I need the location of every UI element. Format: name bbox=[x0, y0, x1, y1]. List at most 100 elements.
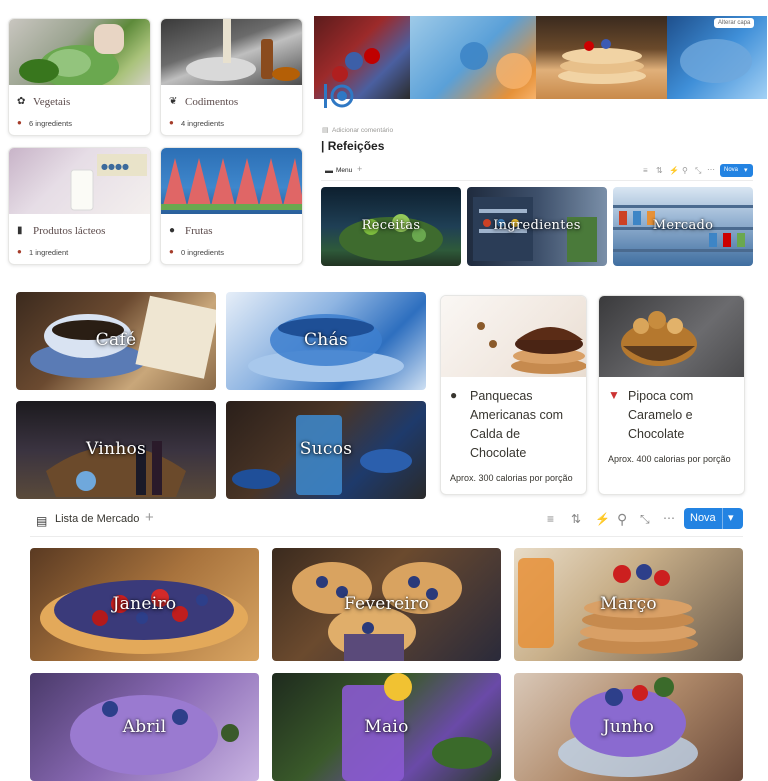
category-title: Vegetais bbox=[33, 96, 71, 108]
filter-icon[interactable]: ≡ bbox=[643, 166, 648, 175]
change-cover-button[interactable]: Alterar capa bbox=[714, 18, 755, 28]
recipe-calories: Aprox. 400 calorias por porção bbox=[608, 454, 731, 464]
month-card-title: Janeiro bbox=[112, 594, 177, 614]
milk-illustration: ●●●● bbox=[70, 154, 147, 211]
tab-menu[interactable]: Menu bbox=[336, 167, 352, 174]
recipe-card-pipoca[interactable]: ▼ Pipoca com Caramelo e Chocolate Aprox.… bbox=[598, 295, 745, 495]
page-title: | Refeições bbox=[321, 139, 384, 153]
fruits-photo bbox=[161, 148, 302, 214]
gallery-card-title: Mercado bbox=[652, 218, 714, 233]
dairy-photo: ●●●● bbox=[9, 148, 150, 214]
drink-card-sucos[interactable]: Sucos bbox=[226, 401, 426, 499]
watermelon-illustration bbox=[161, 158, 302, 210]
filter-icon[interactable]: ≡ bbox=[547, 512, 554, 526]
jar-icon: ● bbox=[169, 247, 174, 256]
jar-icon: ● bbox=[169, 118, 174, 127]
condiments-photo bbox=[161, 19, 302, 85]
popcorn-bowl-illustration bbox=[621, 311, 697, 366]
add-comment-link[interactable]: Adicionar comentário bbox=[332, 127, 393, 134]
recipe-title-line: Panquecas bbox=[470, 389, 533, 403]
drink-card-title: Sucos bbox=[299, 439, 353, 459]
cover-image[interactable]: Alterar capa bbox=[314, 16, 767, 99]
shopping-list-title[interactable]: Lista de Mercado bbox=[55, 513, 139, 525]
more-icon[interactable]: ⋯ bbox=[707, 165, 715, 174]
month-card-title: Junho bbox=[602, 717, 655, 737]
expand-icon[interactable]: ⤡ bbox=[640, 512, 650, 527]
month-card-abril[interactable]: Abril bbox=[30, 673, 259, 781]
lightning-icon[interactable]: ⚡ bbox=[595, 512, 610, 526]
menu-tab-icon: ▬ bbox=[325, 166, 333, 175]
popcorn-photo bbox=[599, 296, 744, 377]
month-card-title: Abril bbox=[122, 717, 167, 737]
new-button[interactable]: Nova ▾ bbox=[720, 164, 753, 177]
search-icon[interactable]: ⚲ bbox=[617, 511, 627, 528]
apple-icon: ● bbox=[169, 225, 176, 236]
popcorn-emoji-icon: ▼ bbox=[608, 388, 620, 402]
basket-icon: ▤ bbox=[36, 514, 48, 528]
shopping-list-header: ▤ Lista de Mercado + ≡ ⇅ ⚡ ⚲ ⤡ ⋯ Nova ▾ bbox=[30, 507, 743, 537]
chevron-down-icon: ▾ bbox=[744, 167, 748, 174]
category-card-vegetais[interactable]: ✿ Vegetais ● 6 ingredients bbox=[8, 18, 151, 136]
new-button[interactable]: Nova ▾ bbox=[684, 508, 743, 529]
chevron-down-icon: ▾ bbox=[728, 512, 734, 524]
comment-icon: ▤ bbox=[322, 127, 329, 134]
month-card-maio[interactable]: Maio bbox=[272, 673, 501, 781]
vegetables-photo bbox=[9, 19, 150, 85]
month-card-fevereiro[interactable]: Fevereiro bbox=[272, 548, 501, 661]
more-icon[interactable]: ⋯ bbox=[663, 511, 675, 525]
button-divider bbox=[722, 508, 723, 529]
month-card-title: Março bbox=[600, 594, 657, 614]
sort-icon[interactable]: ⇅ bbox=[656, 166, 663, 175]
month-card-title: Fevereiro bbox=[343, 594, 430, 614]
page-title-text: Refeições bbox=[327, 139, 385, 153]
milk-icon: ▮ bbox=[17, 225, 23, 236]
cover-decoration bbox=[332, 39, 752, 89]
month-card-janeiro[interactable]: Janeiro bbox=[30, 548, 259, 661]
month-card-junho[interactable]: Junho bbox=[514, 673, 743, 781]
drink-card-title: Chás bbox=[303, 330, 348, 350]
pancakes-photo bbox=[441, 296, 586, 377]
category-card-codimentos[interactable]: ❦ Codimentos ● 4 ingredients bbox=[160, 18, 303, 136]
month-card-title: Maio bbox=[364, 717, 409, 737]
drink-card-cafe[interactable]: Café bbox=[16, 292, 216, 390]
title-bar: | bbox=[321, 139, 325, 153]
recipe-title-line: Americanas com bbox=[470, 408, 564, 422]
jar-icon: ● bbox=[17, 118, 22, 127]
chili-icon: ❦ bbox=[169, 96, 178, 107]
recipe-title-line: Chocolate bbox=[628, 427, 685, 441]
lettuce-illustration bbox=[19, 24, 124, 85]
category-card-frutas[interactable]: ● Frutas ● 0 ingredients bbox=[160, 147, 303, 265]
category-count: 6 ingredients bbox=[29, 119, 72, 128]
recipe-card-panquecas[interactable]: ● Panquecas Americanas com Calda de Choc… bbox=[440, 295, 587, 495]
add-view-button[interactable]: + bbox=[357, 164, 362, 174]
lightning-icon[interactable]: ⚡ bbox=[669, 166, 679, 175]
gallery-card-title: Receitas bbox=[361, 218, 421, 233]
recipe-title-line: Chocolate bbox=[470, 446, 527, 460]
category-count: 0 ingredients bbox=[181, 248, 224, 257]
drink-card-title: Café bbox=[95, 330, 137, 350]
recipe-calories: Aprox. 300 calorias por porção bbox=[450, 473, 573, 483]
gallery-card-receitas[interactable]: Receitas bbox=[321, 187, 461, 266]
database-toolbar: ▬ Menu + ≡ ⇅ ⚡ ⚲ ⤡ ⋯ Nova ▾ bbox=[321, 161, 753, 181]
gallery-card-mercado[interactable]: Mercado bbox=[613, 187, 753, 266]
expand-icon[interactable]: ⤡ bbox=[695, 166, 701, 176]
recipe-title: Panquecas Americanas com Calda de Chocol… bbox=[470, 387, 585, 463]
category-card-laticinios[interactable]: ●●●● ▮ Produtos lácteos ● 1 ingredient bbox=[8, 147, 151, 265]
pancake-emoji-icon: ● bbox=[450, 388, 458, 402]
recipe-title: Pipoca com Caramelo e Chocolate bbox=[628, 387, 743, 444]
recipe-title-line: Pipoca com bbox=[628, 389, 694, 403]
category-title: Produtos lácteos bbox=[33, 225, 106, 237]
category-title: Frutas bbox=[185, 225, 213, 237]
sort-icon[interactable]: ⇅ bbox=[571, 512, 581, 526]
recipe-title-line: Caramelo e bbox=[628, 408, 693, 422]
bowls-illustration bbox=[186, 19, 300, 81]
month-card-marco[interactable]: Março bbox=[514, 548, 743, 661]
drink-card-vinhos[interactable]: Vinhos bbox=[16, 401, 216, 499]
drink-card-chas[interactable]: Chás bbox=[226, 292, 426, 390]
jar-icon: ● bbox=[17, 247, 22, 256]
new-button-label: Nova bbox=[690, 512, 716, 524]
gallery-card-ingredientes[interactable]: Ingredientes bbox=[467, 187, 607, 266]
new-button-label: Nova bbox=[724, 167, 739, 173]
search-icon[interactable]: ⚲ bbox=[682, 166, 688, 175]
add-view-button[interactable]: + bbox=[145, 509, 154, 526]
